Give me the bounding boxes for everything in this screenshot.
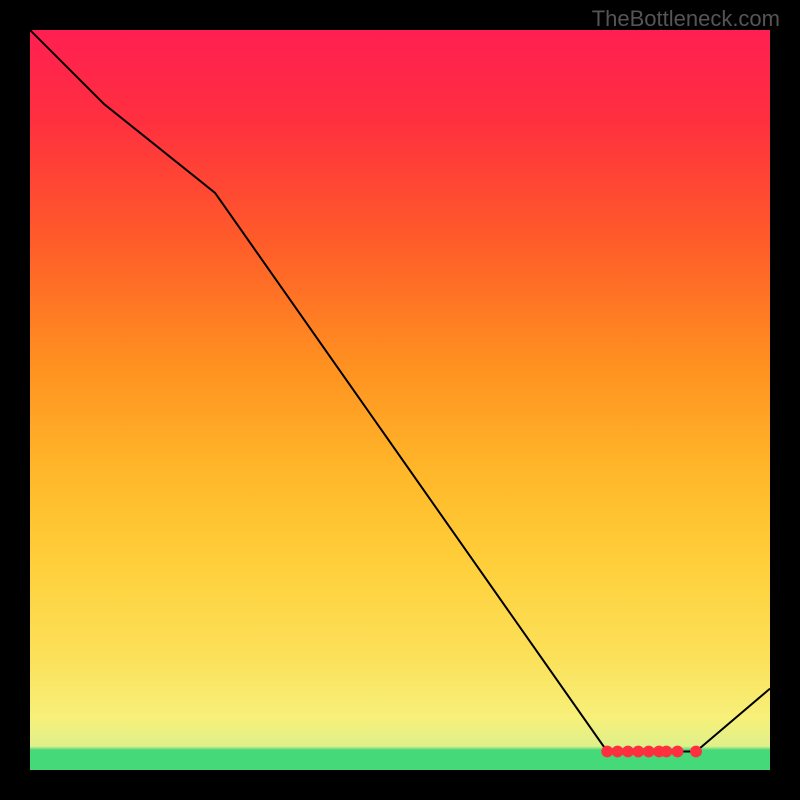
marker-point [643,746,655,758]
chart-svg [30,30,770,770]
marker-point [632,746,644,758]
marker-point [690,746,702,758]
chart-container: TheBottleneck.com [0,0,800,800]
plot-area [30,30,770,770]
marker-point [601,746,613,758]
marker-point [612,746,624,758]
watermark-text: TheBottleneck.com [592,6,780,32]
bottleneck-curve-line [30,30,770,752]
marker-point [622,746,634,758]
marker-point [660,746,672,758]
marker-point [672,746,684,758]
